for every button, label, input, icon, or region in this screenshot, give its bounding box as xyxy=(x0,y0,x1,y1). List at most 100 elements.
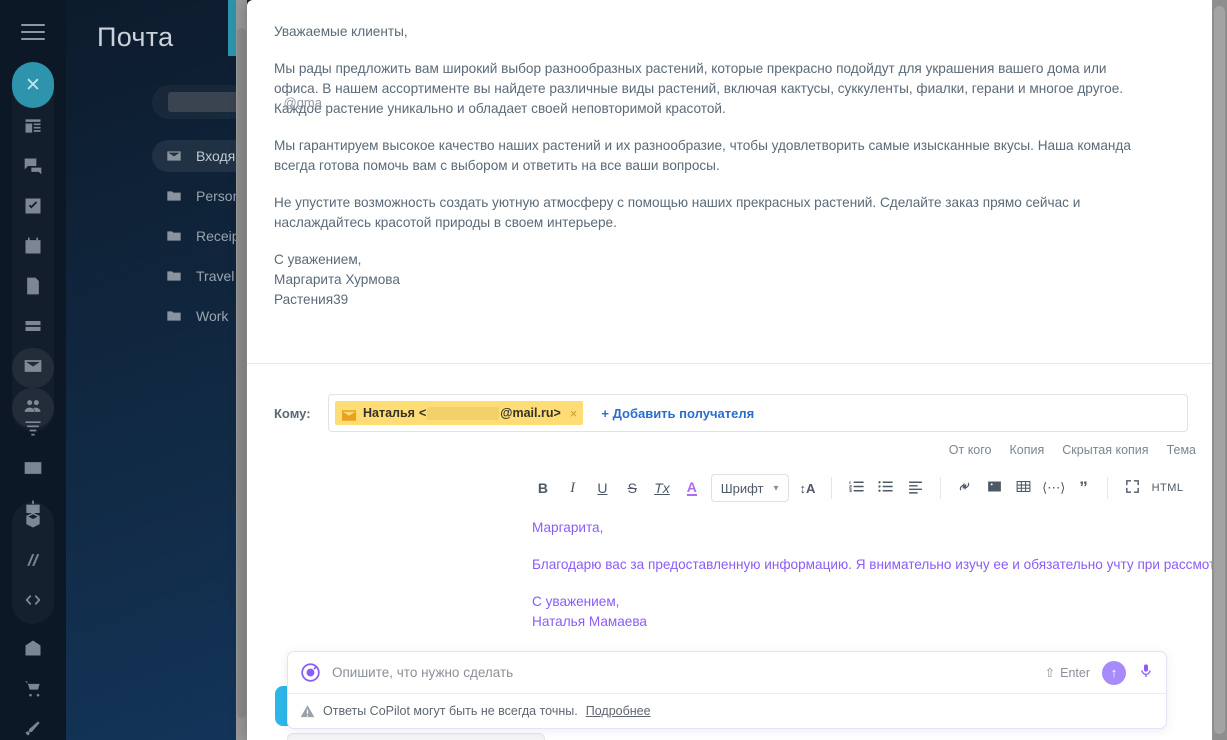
email-greeting: Уважаемые клиенты, xyxy=(274,24,408,39)
scrollbar-thumb[interactable] xyxy=(1214,6,1225,734)
copilot-learn-more-link[interactable]: Подробнее xyxy=(586,704,651,718)
rail-item-inventory[interactable] xyxy=(12,502,54,542)
italic-button[interactable]: I xyxy=(558,472,588,504)
rail-item-close-workspace[interactable]: ✕ xyxy=(12,62,54,108)
chevron-down-icon: ▾ xyxy=(773,482,779,494)
rail-primary-group: ✕ xyxy=(12,62,54,432)
email-line: Не упустите возможность создать уютную а… xyxy=(274,195,1081,210)
add-recipient-button[interactable]: + Добавить получателя xyxy=(601,406,754,421)
recipient-field[interactable]: Наталья < @mail.ru> × + Добавить получат… xyxy=(328,394,1188,432)
fullscreen-button[interactable] xyxy=(1117,472,1147,504)
warning-icon xyxy=(300,704,315,718)
toolbar-divider xyxy=(939,477,941,499)
code-button[interactable]: ⟨⋯⟩ xyxy=(1039,472,1069,504)
rail-item-developer[interactable] xyxy=(12,582,54,622)
cc-option[interactable]: Копия xyxy=(1010,443,1045,457)
from-option[interactable]: От кого xyxy=(949,443,992,457)
rail-item-sign[interactable] xyxy=(12,710,54,740)
numbered-list-button[interactable] xyxy=(841,472,871,504)
reply-editor[interactable]: Маргарита, Благодарю вас за предоставлен… xyxy=(532,518,1212,632)
mail-sidebar: Почта × @gma Входящие Personal xyxy=(66,0,332,740)
rail-item-messenger[interactable] xyxy=(12,148,54,188)
font-family-select[interactable]: Шрифт ▾ xyxy=(710,474,789,502)
quote-button[interactable]: ” xyxy=(1069,472,1099,504)
image-icon xyxy=(986,478,1003,499)
email-sender-name: Маргарита Хурмова xyxy=(274,272,400,287)
microphone-icon xyxy=(1138,663,1154,683)
recipient-domain: @mail.ru> xyxy=(500,406,561,420)
toolbar-divider xyxy=(1107,477,1109,499)
email-paragraph-3: Не упустите возможность создать уютную а… xyxy=(274,193,1184,233)
scrollbar-thumb[interactable] xyxy=(237,28,246,718)
enter-label: Enter xyxy=(1060,665,1090,680)
bold-button[interactable]: B xyxy=(528,472,558,504)
rail-item-calendar[interactable] xyxy=(12,228,54,268)
sidebar-item-label: Work xyxy=(196,308,229,324)
copilot-input[interactable]: Опишите, что нужно сделать xyxy=(332,665,1045,680)
rail-item-crm[interactable] xyxy=(12,410,54,450)
menu-icon[interactable] xyxy=(21,24,45,40)
id-card-icon xyxy=(23,458,43,483)
bars-icon xyxy=(23,550,43,575)
underline-button[interactable]: U xyxy=(588,472,618,504)
task-check-icon xyxy=(23,196,43,221)
fullscreen-icon xyxy=(1124,478,1141,499)
text-color-button[interactable]: A xyxy=(677,472,707,504)
folder-icon xyxy=(166,228,188,244)
bcc-option[interactable]: Скрытая копия xyxy=(1062,443,1148,457)
clear-formatting-button[interactable]: Tx xyxy=(647,472,677,504)
copilot-enter-hint: ⇧ Enter xyxy=(1044,665,1090,681)
align-button[interactable] xyxy=(901,472,931,504)
drive-icon xyxy=(23,316,43,341)
remove-recipient-button[interactable]: × xyxy=(570,406,578,421)
folder-icon xyxy=(166,308,188,324)
email-paragraph-2: Мы гарантируем высокое качество наших ра… xyxy=(274,136,1184,176)
document-icon xyxy=(23,276,43,301)
calendar-icon xyxy=(23,236,43,261)
rail-item-online-store[interactable] xyxy=(12,670,54,710)
mail-icon xyxy=(23,356,43,381)
shift-glyph: ⇧ xyxy=(1044,666,1056,680)
app-rail: ✕ xyxy=(0,0,66,740)
email-line: Мы гарантируем высокое качество наших ра… xyxy=(274,138,1131,153)
rail-item-drive[interactable] xyxy=(12,308,54,348)
email-paragraph-1: Мы рады предложить вам широкий выбор раз… xyxy=(274,59,1184,119)
bullet-list-button[interactable] xyxy=(871,472,901,504)
rail-item-mail[interactable] xyxy=(12,348,54,388)
subject-option[interactable]: Тема xyxy=(1167,443,1196,457)
cart-icon xyxy=(23,678,43,703)
rail-item-analytics[interactable] xyxy=(12,542,54,582)
html-button[interactable]: HTML xyxy=(1147,472,1188,504)
copilot-mic-button[interactable] xyxy=(1138,663,1154,683)
rail-item-tasks[interactable] xyxy=(12,188,54,228)
copilot-send-button[interactable]: ↑ xyxy=(1102,660,1126,685)
copilot-input-row[interactable]: Опишите, что нужно сделать ⇧ Enter ↑ xyxy=(288,652,1166,694)
section-divider xyxy=(247,363,1212,364)
left-scrollbar[interactable] xyxy=(236,0,247,740)
folder-icon xyxy=(166,268,188,284)
link-button[interactable] xyxy=(950,472,980,504)
table-button[interactable] xyxy=(1009,472,1039,504)
image-button[interactable] xyxy=(979,472,1009,504)
reply-body: Благодарю вас за предоставленную информа… xyxy=(532,557,1212,572)
bullet-list-icon xyxy=(877,478,894,499)
strikethrough-button[interactable]: S xyxy=(617,472,647,504)
recipient-chip[interactable]: Наталья < @mail.ru> × xyxy=(335,401,584,425)
email-line: всегда готова помочь вам с выбором и отв… xyxy=(274,158,720,173)
secondary-action-button[interactable] xyxy=(287,733,545,740)
rail-item-company[interactable] xyxy=(12,450,54,490)
rail-item-documents[interactable] xyxy=(12,268,54,308)
rail-item-feed[interactable] xyxy=(12,108,54,148)
font-size-button[interactable]: ↕ A xyxy=(793,472,823,504)
align-icon xyxy=(907,478,924,499)
font-size-icon: A xyxy=(805,480,816,496)
chat-icon xyxy=(23,156,43,181)
rail-item-marketplace[interactable] xyxy=(12,630,54,670)
reply-signature: С уважением, Наталья Мамаева xyxy=(532,592,1212,632)
email-signature: С уважением, Маргарита Хурмова Растения3… xyxy=(274,250,1184,310)
pen-icon xyxy=(23,718,43,740)
numbered-list-icon xyxy=(848,478,865,499)
code-icon: ⟨⋯⟩ xyxy=(1042,480,1066,495)
redacted-address xyxy=(427,406,500,420)
right-scrollbar[interactable] xyxy=(1212,0,1227,740)
